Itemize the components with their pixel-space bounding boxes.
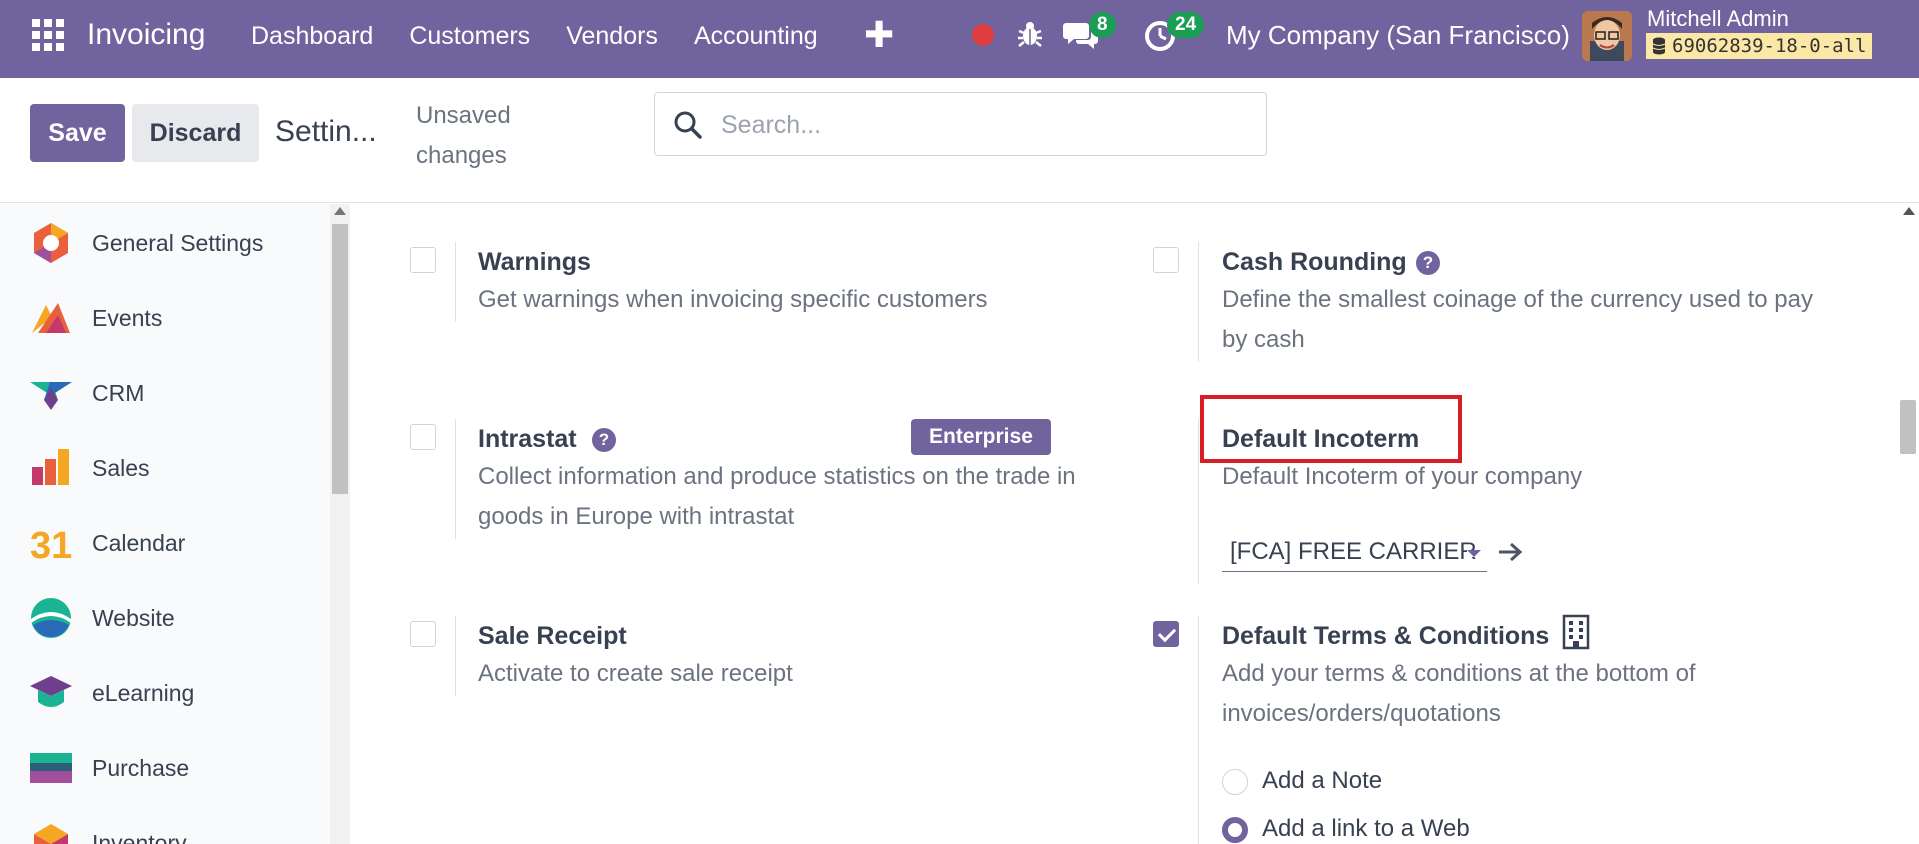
sidebar-item-calendar[interactable]: 31 Calendar bbox=[28, 519, 185, 567]
top-navbar: Invoicing Dashboard Customers Vendors Ac… bbox=[0, 0, 1919, 78]
database-icon bbox=[1652, 37, 1666, 55]
divider bbox=[455, 242, 456, 322]
apps-menu-icon[interactable] bbox=[32, 19, 64, 51]
intrastat-help-icon[interactable]: ? bbox=[592, 428, 616, 452]
building-icon bbox=[1562, 614, 1590, 650]
settings-content: Warnings Get warnings when invoicing spe… bbox=[350, 204, 1900, 844]
default-incoterm-title: Default Incoterm bbox=[1222, 425, 1420, 453]
page-title: Settin... bbox=[275, 115, 377, 148]
sidebar-scroll-up-arrow[interactable] bbox=[334, 207, 346, 215]
divider bbox=[1198, 242, 1199, 362]
sidebar-item-label: CRM bbox=[92, 379, 145, 406]
chevron-down-icon[interactable] bbox=[1467, 550, 1481, 557]
cash-rounding-title: Cash Rounding bbox=[1222, 248, 1407, 276]
add-note-label[interactable]: Add a Note bbox=[1262, 767, 1382, 795]
sidebar-item-label: Inventory bbox=[92, 829, 187, 844]
menu-accounting[interactable]: Accounting bbox=[694, 22, 818, 51]
sidebar-item-elearning[interactable]: eLearning bbox=[28, 669, 194, 717]
menu-dashboard[interactable]: Dashboard bbox=[251, 22, 373, 51]
cash-rounding-help-icon[interactable]: ? bbox=[1416, 251, 1440, 275]
discard-button[interactable]: Discard bbox=[132, 104, 259, 162]
bug-icon[interactable] bbox=[1016, 19, 1044, 49]
sidebar-item-label: Events bbox=[92, 304, 163, 331]
sidebar-item-label: Purchase bbox=[92, 754, 190, 781]
enterprise-badge[interactable]: Enterprise bbox=[911, 419, 1051, 455]
default-incoterm-description: Default Incoterm of your company bbox=[1222, 463, 1583, 490]
sidebar-item-website[interactable]: Website bbox=[28, 594, 175, 642]
database-name: 69062839-18-0-all bbox=[1672, 35, 1867, 57]
activity-count-badge: 24 bbox=[1167, 12, 1205, 38]
divider bbox=[455, 419, 456, 539]
calendar-icon: 31 bbox=[30, 525, 72, 566]
add-note-radio[interactable] bbox=[1222, 769, 1248, 795]
chat-count-badge: 8 bbox=[1089, 12, 1116, 38]
add-web-link-label[interactable]: Add a link to a Web bbox=[1262, 815, 1470, 843]
cash-rounding-checkbox[interactable] bbox=[1153, 247, 1179, 273]
company-switcher[interactable]: My Company (San Francisco) bbox=[1226, 20, 1570, 51]
inventory-icon bbox=[34, 824, 68, 844]
user-name[interactable]: Mitchell Admin bbox=[1647, 6, 1789, 32]
divider bbox=[455, 616, 456, 696]
general-settings-icon bbox=[34, 223, 68, 263]
record-icon[interactable] bbox=[972, 24, 994, 46]
sale-receipt-checkbox[interactable] bbox=[410, 621, 436, 647]
user-avatar[interactable] bbox=[1582, 11, 1632, 61]
default-terms-description: Add your terms & conditions at the botto… bbox=[1222, 660, 1696, 727]
sidebar-item-general-settings[interactable]: General Settings bbox=[28, 219, 263, 267]
app-name[interactable]: Invoicing bbox=[87, 18, 205, 52]
sidebar-item-label: General Settings bbox=[92, 229, 264, 256]
sale-receipt-title: Sale Receipt bbox=[478, 622, 627, 650]
elearning-icon bbox=[30, 676, 72, 707]
events-icon bbox=[32, 303, 70, 333]
search-icon[interactable] bbox=[673, 110, 703, 140]
warnings-checkbox[interactable] bbox=[410, 247, 436, 273]
default-incoterm-select[interactable]: [FCA] FREE CARRIER bbox=[1222, 532, 1487, 572]
sidebar-item-sales[interactable]: Sales bbox=[28, 444, 150, 492]
sidebar-item-label: Sales bbox=[92, 454, 150, 481]
default-terms-checkbox[interactable] bbox=[1153, 621, 1179, 647]
intrastat-title: Intrastat bbox=[478, 425, 577, 453]
sidebar-item-events[interactable]: Events bbox=[28, 294, 162, 342]
internal-link-arrow-icon[interactable] bbox=[1497, 540, 1525, 564]
menu-customers[interactable]: Customers bbox=[409, 22, 530, 51]
divider bbox=[1198, 616, 1199, 844]
divider bbox=[1198, 419, 1199, 584]
svg-text:31: 31 bbox=[30, 525, 72, 566]
sale-receipt-description: Activate to create sale receipt bbox=[478, 660, 793, 687]
sidebar-scrollbar-thumb[interactable] bbox=[332, 224, 348, 494]
search-input[interactable] bbox=[721, 105, 1241, 145]
main-scroll-up-arrow[interactable] bbox=[1903, 207, 1915, 215]
intrastat-checkbox[interactable] bbox=[410, 424, 436, 450]
sales-icon bbox=[32, 449, 69, 485]
default-terms-title: Default Terms & Conditions bbox=[1222, 622, 1550, 650]
sidebar-item-inventory[interactable]: Inventory bbox=[28, 819, 187, 844]
add-web-link-radio[interactable] bbox=[1222, 817, 1248, 843]
intrastat-description: Collect information and produce statisti… bbox=[478, 463, 1076, 530]
warnings-title: Warnings bbox=[478, 248, 591, 276]
sidebar-item-purchase[interactable]: Purchase bbox=[28, 744, 189, 792]
sidebar-item-crm[interactable]: CRM bbox=[28, 369, 144, 417]
website-icon bbox=[31, 598, 71, 638]
save-button[interactable]: Save bbox=[30, 104, 125, 162]
plus-icon[interactable]: ✚ bbox=[864, 14, 894, 56]
sidebar-item-label: Website bbox=[92, 604, 175, 631]
warnings-description: Get warnings when invoicing specific cus… bbox=[478, 286, 988, 313]
menu-vendors[interactable]: Vendors bbox=[566, 22, 658, 51]
main-scrollbar-thumb[interactable] bbox=[1900, 400, 1916, 454]
cash-rounding-description: Define the smallest coinage of the curre… bbox=[1222, 286, 1813, 353]
database-tag: 69062839-18-0-all bbox=[1646, 33, 1873, 59]
main-menu: Dashboard Customers Vendors Accounting bbox=[251, 22, 818, 51]
purchase-icon bbox=[30, 753, 72, 783]
sidebar-item-label: eLearning bbox=[92, 679, 195, 706]
crm-icon bbox=[30, 382, 72, 410]
search-bar[interactable] bbox=[654, 92, 1267, 156]
control-panel: Save Discard Settin... Unsaved changes bbox=[0, 78, 1919, 203]
default-incoterm-value: [FCA] FREE CARRIER bbox=[1230, 538, 1477, 565]
unsaved-changes-indicator: Unsaved changes bbox=[416, 102, 511, 169]
sidebar-item-label: Calendar bbox=[92, 529, 186, 556]
settings-sidebar: General Settings Events CRM Sales 31 Cal… bbox=[0, 204, 330, 844]
